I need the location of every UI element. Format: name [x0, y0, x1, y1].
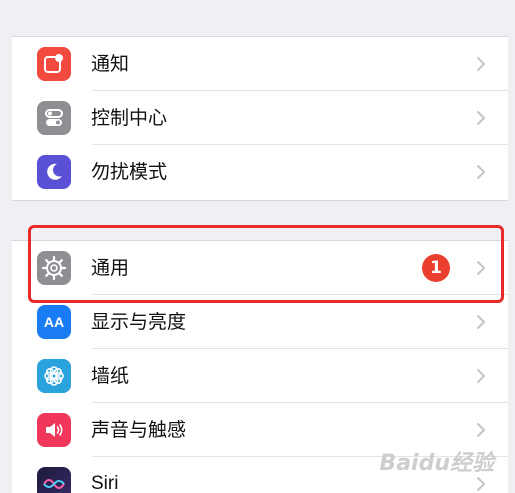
wallpaper-icon — [37, 359, 71, 393]
settings-row-do-not-disturb[interactable]: 勿扰模式 — [12, 145, 508, 199]
chevron-right-icon — [477, 111, 486, 125]
watermark: Baidu经验 — [379, 451, 494, 476]
notifications-icon — [37, 47, 71, 81]
settings-row-notifications[interactable]: 通知 — [12, 37, 508, 91]
settings-screen: 通知 控制中心 勿扰模式 通用 1 AA 显示与亮度 墙纸 声音与触感 Siri… — [12, 0, 508, 493]
settings-row-wallpaper[interactable]: 墙纸 — [12, 349, 508, 403]
chevron-right-icon — [477, 423, 486, 437]
settings-row-control-center[interactable]: 控制中心 — [12, 91, 508, 145]
moon-icon — [37, 155, 71, 189]
settings-group-1: 通知 控制中心 勿扰模式 — [12, 36, 508, 201]
display-icon-text: AA — [43, 314, 65, 330]
siri-icon — [37, 467, 71, 493]
settings-row-label: 声音与触感 — [91, 419, 187, 441]
sound-icon — [37, 413, 71, 447]
chevron-right-icon — [477, 165, 486, 179]
settings-row-label: 墙纸 — [91, 365, 130, 387]
chevron-right-icon — [477, 315, 486, 329]
highlight-box — [28, 225, 504, 303]
settings-row-label: 通知 — [91, 53, 130, 75]
chevron-right-icon — [477, 57, 486, 71]
settings-row-label: 显示与亮度 — [91, 311, 187, 333]
settings-row-display-brightness[interactable]: AA 显示与亮度 — [12, 295, 508, 349]
chevron-right-icon — [477, 369, 486, 383]
display-icon: AA — [37, 305, 71, 339]
settings-row-label: 勿扰模式 — [91, 161, 168, 183]
settings-row-label: Siri — [91, 473, 119, 493]
control-center-icon — [37, 101, 71, 135]
settings-row-label: 控制中心 — [91, 107, 168, 129]
chevron-right-icon — [477, 477, 486, 491]
